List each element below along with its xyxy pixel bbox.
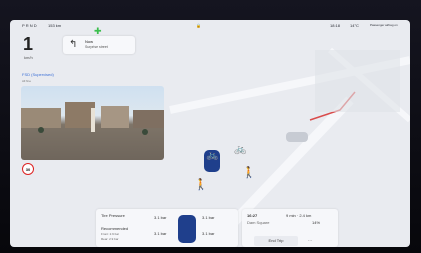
more-options-button[interactable]: ··· (308, 238, 312, 243)
trip-battery: 14% (312, 220, 321, 225)
trip-card[interactable]: 16:27 9 min · 2.4 km Dam Square 14% End … (242, 209, 338, 247)
cyclist-icon: 🚲 (206, 150, 219, 161)
other-car-icon (286, 132, 308, 142)
pedestrian-icon: 🚶 (242, 167, 256, 179)
trip-destination: Dam Square (247, 220, 270, 225)
tire-rear-right: 3.1 bar (202, 231, 215, 236)
tire-rear-left: 3.1 bar (154, 231, 167, 236)
tire-front-left: 3.1 bar (154, 215, 167, 220)
trip-eta-distance: 9 min · 2.4 km (286, 213, 312, 218)
tire-front-right: 3.1 bar (202, 215, 215, 220)
recommended-title: Recommended (101, 226, 129, 231)
cyclist-icon: 🚲 (234, 144, 247, 155)
tire-pressure-title: Tire Pressure (101, 213, 125, 218)
car-top-view-icon (178, 215, 196, 243)
end-trip-button[interactable]: End Trip (254, 236, 298, 246)
recommended-front: Front: 2.9 bar (101, 232, 120, 236)
pedestrian-icon: 🚶 (194, 179, 208, 191)
tire-pressure-card[interactable]: Tire Pressure Recommended Front: 2.9 bar… (96, 209, 238, 247)
trip-arrival-time: 16:27 (247, 213, 258, 218)
recommended-rear: Rear: 2.9 bar (101, 237, 119, 241)
vehicle-bezel: P R N D 153 km 🔒 18:18 14°C Passenger ai… (0, 0, 421, 253)
vehicle-display: P R N D 153 km 🔒 18:18 14°C Passenger ai… (10, 20, 410, 247)
